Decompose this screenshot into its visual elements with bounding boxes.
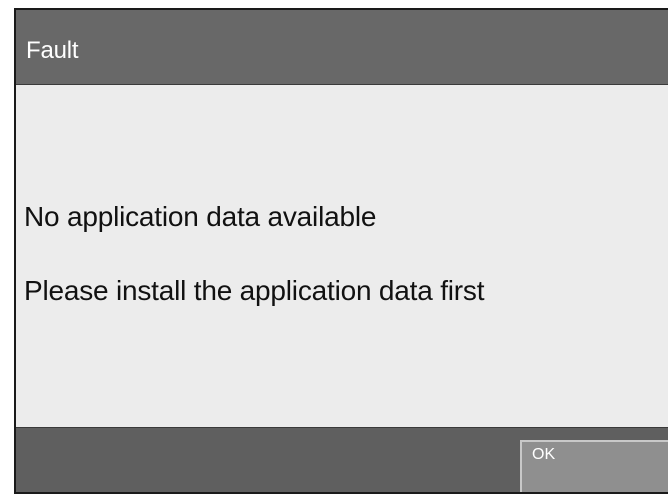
fault-message-line2: Please install the application data firs… xyxy=(24,275,485,306)
dialog-footer: OK xyxy=(16,427,668,492)
dialog-titlebar: Fault xyxy=(16,10,668,85)
ok-button-label: OK xyxy=(532,446,556,463)
ok-button[interactable]: OK xyxy=(520,440,668,492)
dialog-content: No application data available Please ins… xyxy=(16,85,668,427)
fault-message-line1: No application data available xyxy=(24,201,377,232)
fault-dialog: Fault No application data available Plea… xyxy=(14,8,668,494)
dialog-title: Fault xyxy=(26,37,79,64)
